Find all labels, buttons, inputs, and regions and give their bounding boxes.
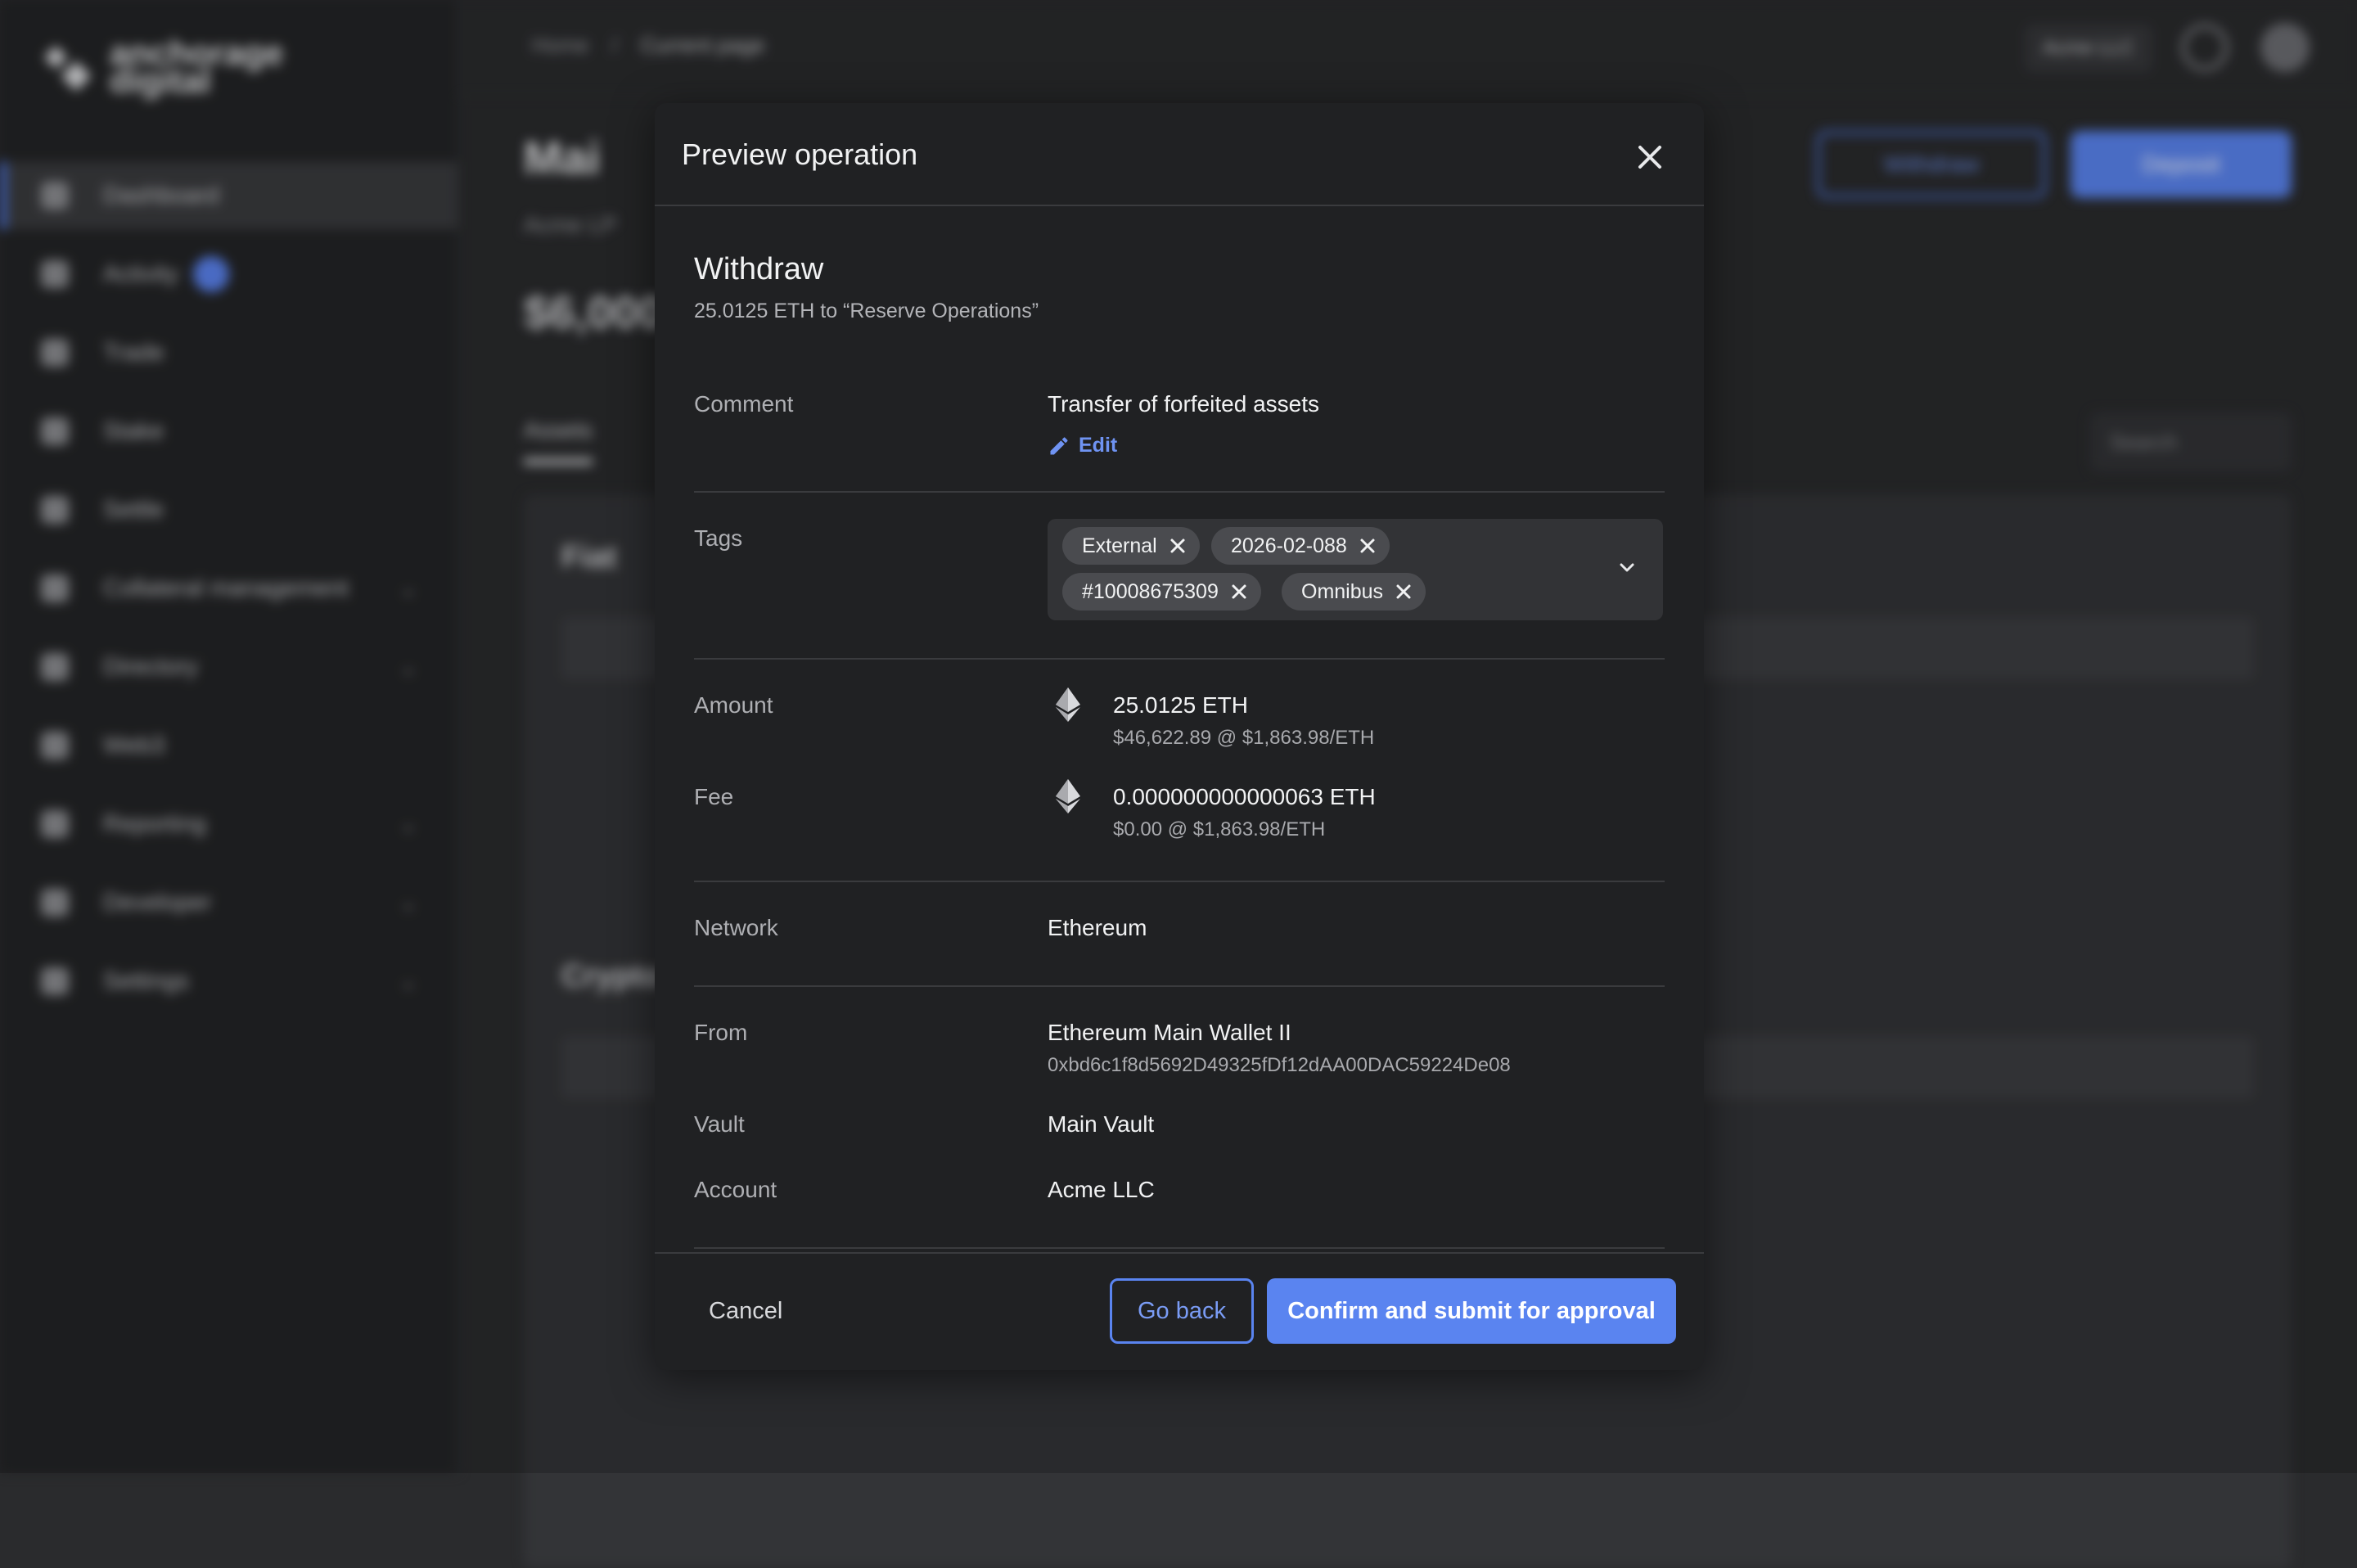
tag-chip-label: #10008675309	[1082, 579, 1219, 603]
tag-chip-label: External	[1082, 534, 1157, 557]
modal-body: Withdraw 25.0125 ETH to “Reserve Operati…	[694, 103, 1665, 1250]
from-wallet-address: 0xbd6c1f8d5692D49325fDf12dAA00DAC59224De…	[1048, 1054, 1511, 1076]
remove-tag-icon[interactable]	[1227, 579, 1251, 604]
divider	[694, 985, 1665, 987]
modal-footer: Cancel Go back Confirm and submit for ap…	[655, 1252, 1704, 1370]
edit-comment-button[interactable]: Edit	[1048, 434, 1117, 457]
amount-value: 25.0125 ETH	[1113, 692, 1248, 718]
ethereum-icon	[1056, 779, 1080, 813]
comment-value: Transfer of forfeited assets	[1048, 391, 1319, 417]
comment-label: Comment	[694, 391, 794, 417]
operation-subtitle: 25.0125 ETH to “Reserve Operations”	[694, 300, 1039, 322]
pencil-icon	[1050, 436, 1068, 454]
divider	[694, 1247, 1665, 1249]
chevron-down-icon[interactable]	[1616, 556, 1638, 579]
account-label: Account	[694, 1177, 777, 1202]
account-value: Acme LLC	[1048, 1177, 1155, 1202]
confirm-submit-button[interactable]: Confirm and submit for approval	[1267, 1278, 1676, 1344]
tag-chip: Omnibus	[1282, 573, 1426, 611]
tag-chip: External	[1062, 527, 1200, 565]
amount-fiat-value: $46,622.89 @ $1,863.98/ETH	[1113, 727, 1375, 749]
vault-label: Vault	[694, 1111, 745, 1137]
fee-value: 0.000000000000063 ETH	[1113, 784, 1376, 809]
amount-label: Amount	[694, 692, 773, 718]
from-label: From	[694, 1020, 748, 1045]
remove-tag-icon[interactable]	[1355, 534, 1380, 558]
tag-chip: #10008675309	[1062, 573, 1261, 611]
tag-chip: 2026-02-088	[1211, 527, 1390, 565]
network-value: Ethereum	[1048, 915, 1147, 940]
divider	[694, 491, 1665, 493]
from-wallet-name: Ethereum Main Wallet II	[1048, 1020, 1291, 1045]
cancel-button[interactable]: Cancel	[709, 1298, 782, 1325]
vault-value: Main Vault	[1048, 1111, 1155, 1137]
go-back-button[interactable]: Go back	[1110, 1278, 1254, 1344]
preview-operation-modal: Preview operation Withdraw 25.0125 ETH t…	[655, 103, 1704, 1370]
operation-title: Withdraw	[694, 252, 824, 286]
remove-tag-icon[interactable]	[1391, 579, 1416, 604]
ethereum-icon	[1056, 687, 1080, 722]
remove-tag-icon[interactable]	[1165, 534, 1190, 558]
tag-chip-label: Omnibus	[1301, 579, 1384, 603]
tags-select[interactable]: External 2026-02-088 #10008675309 Omnibu…	[1048, 519, 1663, 620]
fee-label: Fee	[694, 784, 734, 809]
fee-fiat-value: $0.00 @ $1,863.98/ETH	[1113, 818, 1326, 840]
tag-chip-label: 2026-02-088	[1231, 534, 1347, 557]
divider	[694, 658, 1665, 660]
network-label: Network	[694, 915, 778, 940]
tags-label: Tags	[694, 525, 743, 551]
edit-label: Edit	[1079, 434, 1118, 457]
divider	[694, 881, 1665, 882]
